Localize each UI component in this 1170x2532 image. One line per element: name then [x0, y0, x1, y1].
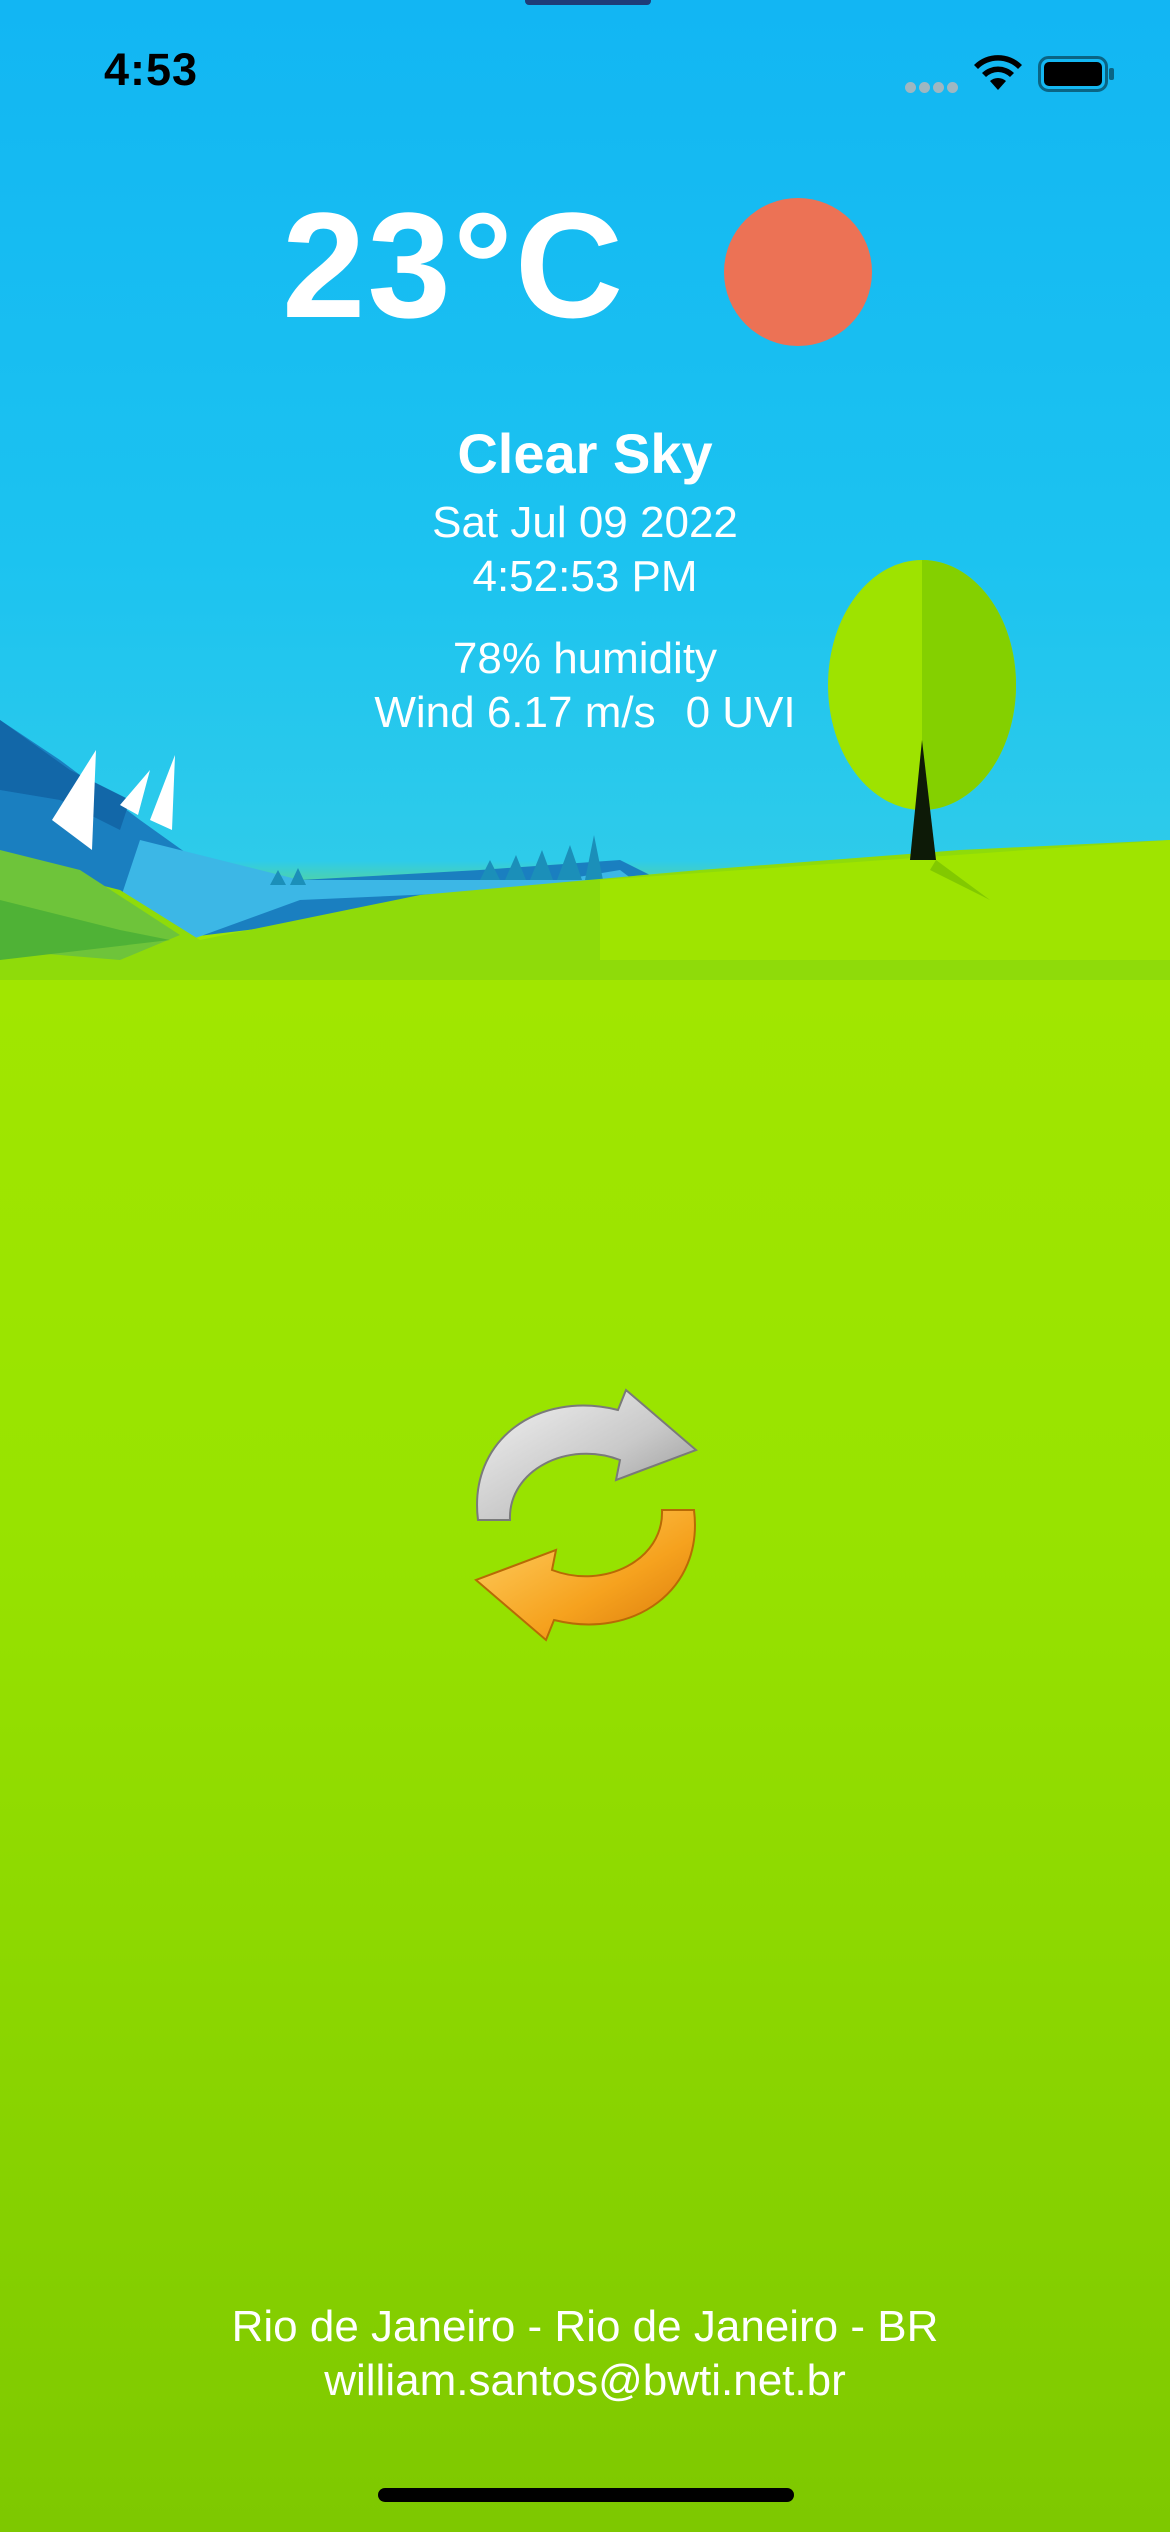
refresh-icon: [474, 1388, 698, 1642]
battery-icon: [1038, 56, 1114, 92]
wifi-icon: [974, 55, 1022, 90]
weather-condition: Clear Sky: [457, 422, 713, 485]
refresh-button[interactable]: [448, 1370, 724, 1660]
contact-email: william.santos@bwti.net.br: [324, 2356, 846, 2405]
weather-time: 4:52:53 PM: [472, 552, 698, 601]
temperature-value: 23°C: [282, 181, 626, 349]
wind-text: Wind 6.17 m/s: [374, 688, 656, 737]
status-bar: 4:53: [0, 0, 1170, 150]
weather-info: Clear Sky Sat Jul 09 2022 4:52:53 PM 78%…: [0, 420, 1170, 740]
wind-uvi-line: Wind 6.17 m/s 0 UVI: [0, 686, 1170, 740]
location-text: Rio de Janeiro - Rio de Janeiro - BR: [231, 2302, 939, 2351]
landscape-background: [0, 560, 1170, 980]
footer: Rio de Janeiro - Rio de Janeiro - BR wil…: [0, 2300, 1170, 2408]
status-time: 4:53: [104, 44, 199, 95]
sun-icon: [724, 198, 872, 346]
uvi-text: 0 UVI: [685, 688, 796, 737]
home-indicator[interactable]: [378, 2488, 794, 2502]
cellular-signal-icon: [905, 80, 963, 93]
humidity-text: 78% humidity: [452, 634, 718, 683]
weather-date: Sat Jul 09 2022: [432, 498, 738, 547]
weather-screen: 4:53 23°C Clear Sky Sat Jul 09 2022 4:52…: [0, 0, 1170, 2532]
